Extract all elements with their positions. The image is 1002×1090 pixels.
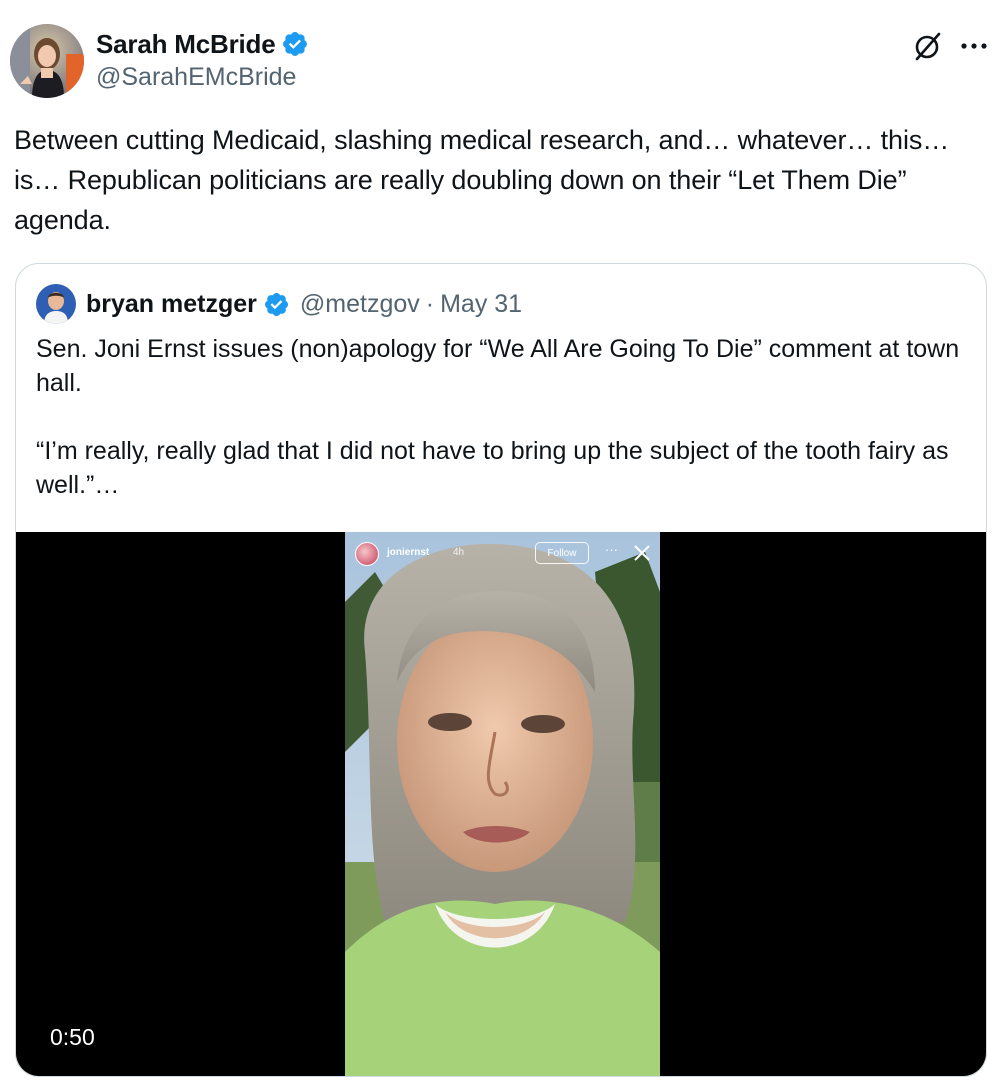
story-more-icon: ··· <box>605 542 618 557</box>
quoted-paragraph-2: “I’m really, really glad that I did not … <box>36 437 949 499</box>
author-handle[interactable]: @SarahEMcBride <box>96 63 309 92</box>
quoted-author-avatar <box>36 284 76 324</box>
video-duration: 0:50 <box>50 1024 95 1050</box>
video-player[interactable]: joniernst 4h Follow ··· 0:50 <box>16 532 986 1076</box>
more-options-icon[interactable] <box>958 30 990 62</box>
verified-badge-icon <box>281 30 309 58</box>
quoted-author-name[interactable]: bryan metzger <box>86 290 257 319</box>
quoted-post-text: Sen. Joni Ernst issues (non)apology for … <box>36 332 966 502</box>
post-text: Between cutting Medicaid, slashing medic… <box>14 125 950 235</box>
author-block: Sarah McBride @SarahEMcBride <box>96 28 309 92</box>
quoted-author-handle[interactable]: @metzgov <box>300 290 420 319</box>
grok-icon[interactable] <box>912 30 944 62</box>
author-display-name[interactable]: Sarah McBride <box>96 29 276 60</box>
video-frame: joniernst 4h Follow ··· <box>345 532 660 1076</box>
story-follow-button: Follow <box>535 542 589 564</box>
quoted-verified-badge-icon <box>263 291 290 318</box>
author-avatar[interactable] <box>10 24 84 98</box>
quoted-post-header: bryan metzger @metzgov · May 31 <box>36 284 522 324</box>
quoted-post-date[interactable]: May 31 <box>440 290 522 319</box>
author-name-row: Sarah McBride <box>96 28 309 60</box>
quoted-paragraph-1: Sen. Joni Ernst issues (non)apology for … <box>36 335 960 397</box>
quoted-post-card[interactable]: bryan metzger @metzgov · May 31 Sen. Jon… <box>15 263 987 1077</box>
story-username: joniernst <box>387 547 430 558</box>
story-avatar <box>355 542 379 566</box>
story-time: 4h <box>453 547 465 558</box>
story-overlay-bar: joniernst 4h Follow ··· <box>345 532 660 576</box>
story-close-icon <box>632 543 652 563</box>
quoted-header-separator: · <box>425 289 435 318</box>
